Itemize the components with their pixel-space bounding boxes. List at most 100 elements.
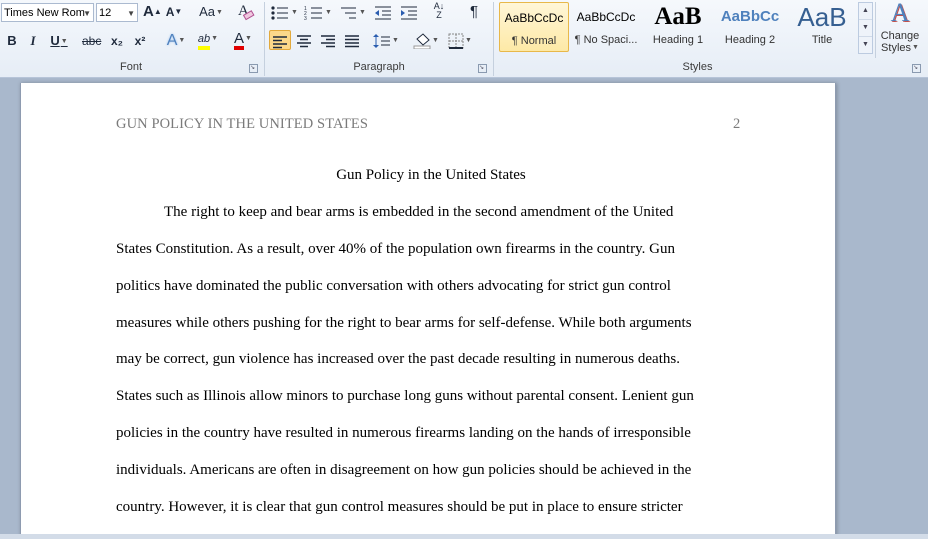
bold-button[interactable]: B (3, 31, 21, 51)
scroll-down-icon[interactable]: ▼ (859, 20, 872, 37)
style-normal-sample: AaBbCcDc (504, 11, 564, 25)
group-divider (264, 2, 265, 76)
shrink-font-button[interactable]: A▼ (165, 2, 183, 22)
italic-icon: I (30, 33, 36, 48)
page-number[interactable]: 2 (733, 116, 740, 133)
align-right-icon (321, 34, 335, 47)
change-styles-label-1: Change (880, 30, 920, 42)
highlight-icon: ab (197, 32, 211, 50)
font-color-icon: A (234, 31, 245, 50)
show-formatting-marks-button[interactable]: ¶ (465, 2, 483, 22)
change-styles-icon: A (890, 0, 910, 27)
decrease-indent-button[interactable] (374, 2, 392, 22)
subscript-button[interactable]: x₂ (108, 31, 126, 51)
style-heading-2-label: Heading 2 (724, 34, 776, 46)
body-text-line[interactable]: policies in the country have resulted in… (116, 425, 691, 442)
running-header[interactable]: GUN POLICY IN THE UNITED STATES (116, 116, 368, 133)
line-spacing-icon (373, 33, 391, 48)
clear-formatting-button[interactable]: A (234, 1, 256, 21)
strikethrough-button[interactable]: abc (82, 31, 101, 51)
paint-bucket-icon (413, 32, 431, 50)
more-styles-icon[interactable]: ▼ (859, 37, 872, 53)
underline-button[interactable]: U▼ (46, 31, 72, 51)
multilevel-list-icon (341, 7, 357, 19)
styles-dialog-launcher-icon[interactable]: ↘ (912, 64, 921, 73)
multilevel-list-button[interactable]: ▼ (338, 2, 366, 22)
font-color-button[interactable]: A▼ (229, 29, 257, 50)
line-spacing-button[interactable]: ▼ (372, 30, 400, 50)
change-styles-label-2: Styles (881, 42, 912, 54)
justify-icon (345, 34, 359, 47)
font-size-combo[interactable]: 12 ▼ (96, 3, 138, 22)
body-text-line[interactable]: may be correct, gun violence has increas… (116, 351, 680, 368)
body-text-line[interactable]: States such as Illinois allow minors to … (116, 388, 694, 405)
borders-button[interactable]: ▼ (446, 30, 474, 50)
numbering-button[interactable]: 1 2 3 ▼ (304, 2, 332, 22)
svg-text:3: 3 (304, 16, 307, 21)
font-dialog-launcher-icon[interactable]: ↘ (249, 64, 258, 73)
pilcrow-icon: ¶ (469, 3, 479, 20)
style-heading-1-label: Heading 1 (652, 34, 704, 46)
body-text-line[interactable]: States Constitution. As a result, over 4… (116, 241, 675, 258)
style-no-spacing-label: ¶ No Spaci... (574, 34, 638, 46)
body-text-line[interactable]: individuals. Americans are often in disa… (116, 462, 691, 479)
font-name-value: Times New Rom (4, 7, 85, 19)
style-title[interactable]: AaB Title (787, 2, 857, 52)
bold-icon: B (7, 33, 17, 48)
shading-button[interactable]: ▼ (412, 30, 440, 50)
style-title-label: Title (811, 34, 833, 46)
styles-group-label: Styles (682, 61, 713, 73)
style-normal[interactable]: AaBbCcDc ¶ Normal (499, 2, 569, 52)
strikethrough-icon: abc (82, 34, 102, 48)
superscript-button[interactable]: x² (131, 31, 149, 51)
bullets-icon (271, 5, 289, 20)
style-heading-2[interactable]: AaBbCc Heading 2 (715, 2, 785, 52)
superscript-icon: x² (134, 34, 146, 48)
font-name-combo[interactable]: Times New Rom ▼ (1, 3, 94, 22)
clear-formatting-icon: A (238, 3, 255, 21)
style-heading-2-sample: AaBbCc (720, 8, 780, 25)
font-size-value: 12 (99, 7, 112, 19)
document-title[interactable]: Gun Policy in the United States (21, 167, 841, 184)
style-title-sample: AaB (797, 2, 847, 30)
change-styles-button[interactable]: A Change Styles▼ (876, 0, 924, 58)
text-effects-button[interactable]: A▼ (163, 31, 189, 51)
numbering-icon: 1 2 3 (304, 6, 323, 22)
subscript-icon: x₂ (110, 34, 123, 48)
increase-indent-button[interactable] (400, 2, 418, 22)
scroll-up-icon[interactable]: ▲ (859, 3, 872, 20)
grow-font-button[interactable]: A▲ (143, 2, 162, 22)
text-effects-icon: A (166, 32, 178, 50)
styles-gallery-scrollbar[interactable]: ▲ ▼ ▼ (858, 2, 873, 54)
style-no-spacing-sample: AaBbCcDc (576, 10, 636, 24)
grow-font-icon: A (143, 3, 154, 20)
font-group-label: Font (119, 61, 142, 73)
decrease-indent-icon (375, 6, 391, 20)
body-text-line[interactable]: country. However, it is clear that gun c… (116, 499, 683, 516)
align-left-button[interactable] (269, 30, 291, 50)
sort-icon: A↓Z (433, 1, 445, 20)
sort-button[interactable]: A↓Z (430, 2, 448, 22)
change-case-icon: Aa (199, 4, 215, 19)
document-page[interactable]: GUN POLICY IN THE UNITED STATES 2 Gun Po… (20, 83, 836, 539)
align-center-button[interactable] (293, 30, 315, 50)
justify-button[interactable] (341, 30, 363, 50)
increase-indent-icon (401, 6, 417, 20)
paragraph-dialog-launcher-icon[interactable]: ↘ (478, 64, 487, 73)
body-text-line[interactable]: measures while others pushing for the ri… (116, 315, 692, 332)
highlight-button[interactable]: ab▼ (193, 29, 223, 50)
italic-button[interactable]: I (24, 31, 42, 51)
align-right-button[interactable] (317, 30, 339, 50)
style-heading-1[interactable]: AaB Heading 1 (643, 2, 713, 52)
paragraph-group-label: Paragraph (353, 61, 405, 73)
body-text-line[interactable]: politics have dominated the public conve… (116, 278, 671, 295)
style-no-spacing[interactable]: AaBbCcDc ¶ No Spaci... (571, 2, 641, 52)
chevron-down-icon: ▼ (83, 9, 91, 18)
status-bar (0, 534, 928, 539)
bullets-button[interactable]: ▼ (270, 2, 298, 22)
borders-icon (448, 33, 464, 49)
style-normal-label: ¶ Normal (511, 35, 557, 47)
group-divider (493, 2, 494, 76)
change-case-button[interactable]: Aa▼ (196, 2, 226, 22)
body-text-line[interactable]: The right to keep and bear arms is embed… (164, 204, 673, 221)
